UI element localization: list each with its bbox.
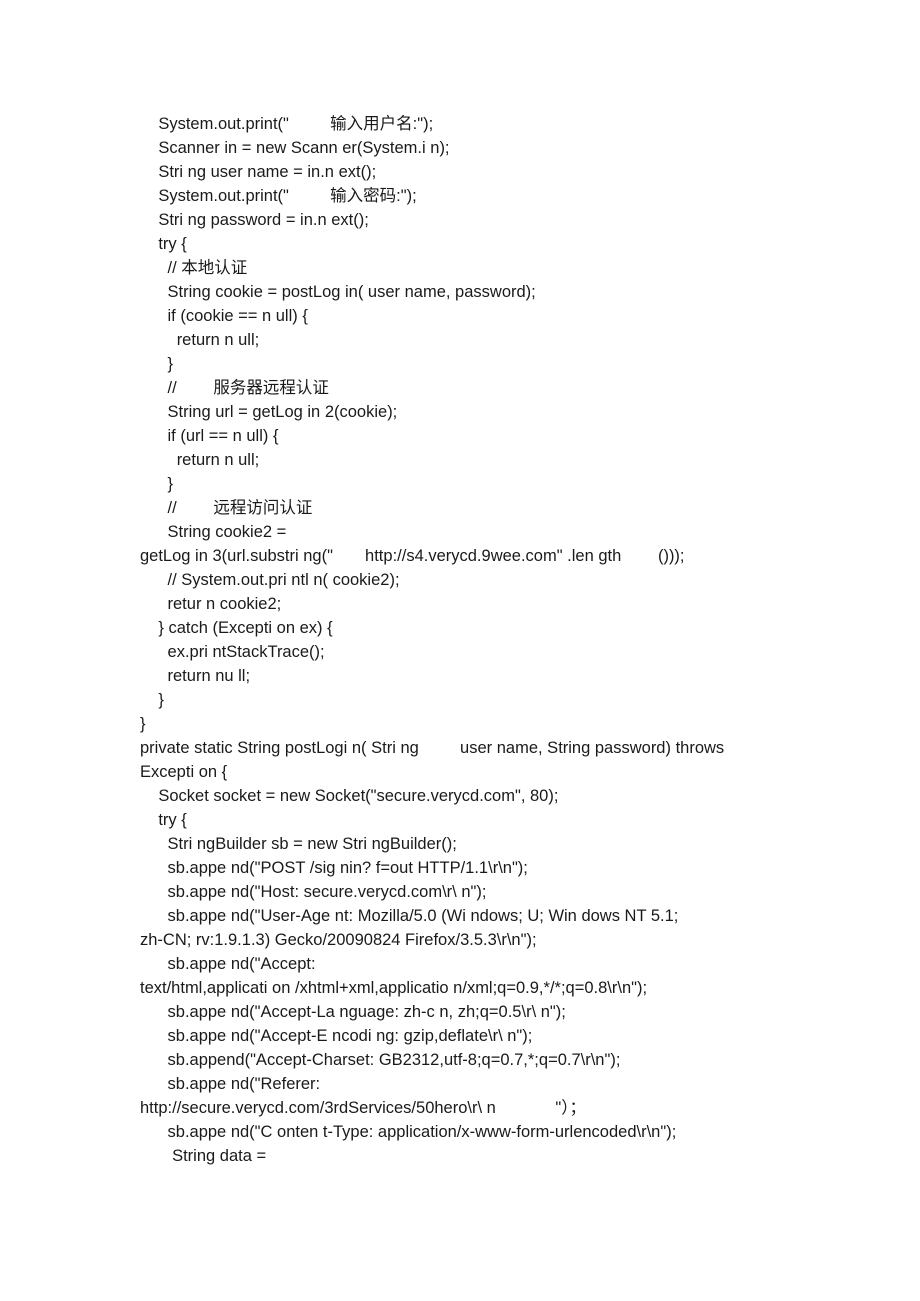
code-block: System.out.print(" 输入用户名:"); Scanner in …	[0, 0, 920, 1228]
